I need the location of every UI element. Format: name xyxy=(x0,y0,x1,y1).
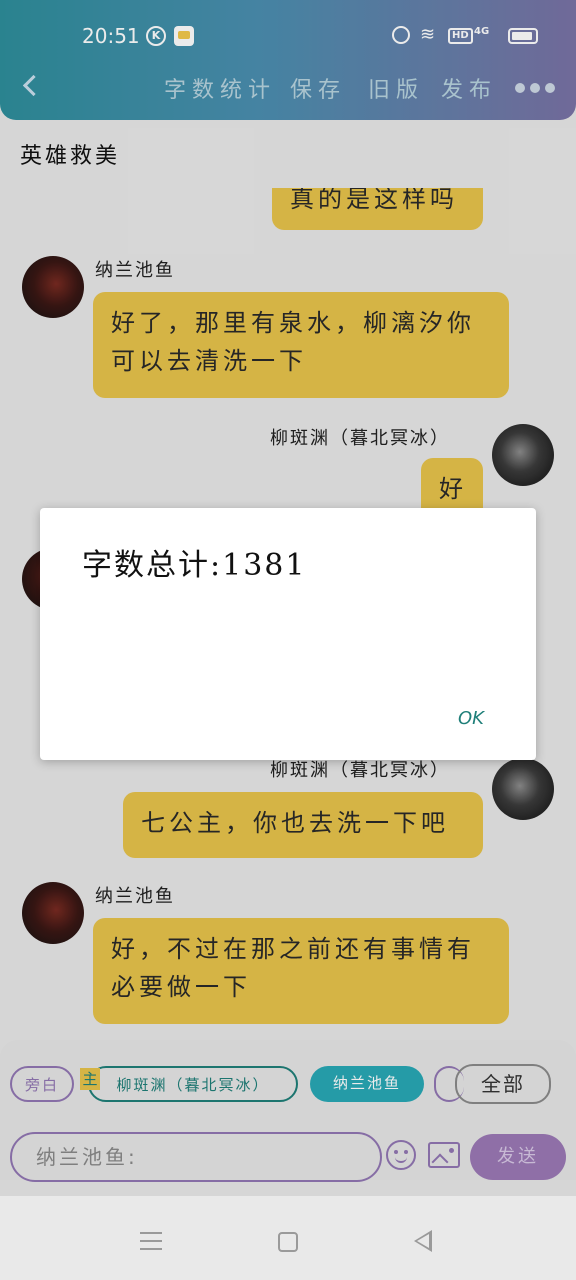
word-count-dialog: 字数总计:1381 OK xyxy=(40,508,536,760)
ok-button[interactable]: OK xyxy=(452,704,490,733)
home-icon[interactable] xyxy=(278,1232,298,1252)
recent-apps-icon[interactable] xyxy=(140,1232,162,1250)
dialog-message: 字数总计:1381 xyxy=(82,548,307,583)
system-nav-bar xyxy=(0,1196,576,1280)
back-triangle-icon[interactable] xyxy=(414,1230,432,1252)
